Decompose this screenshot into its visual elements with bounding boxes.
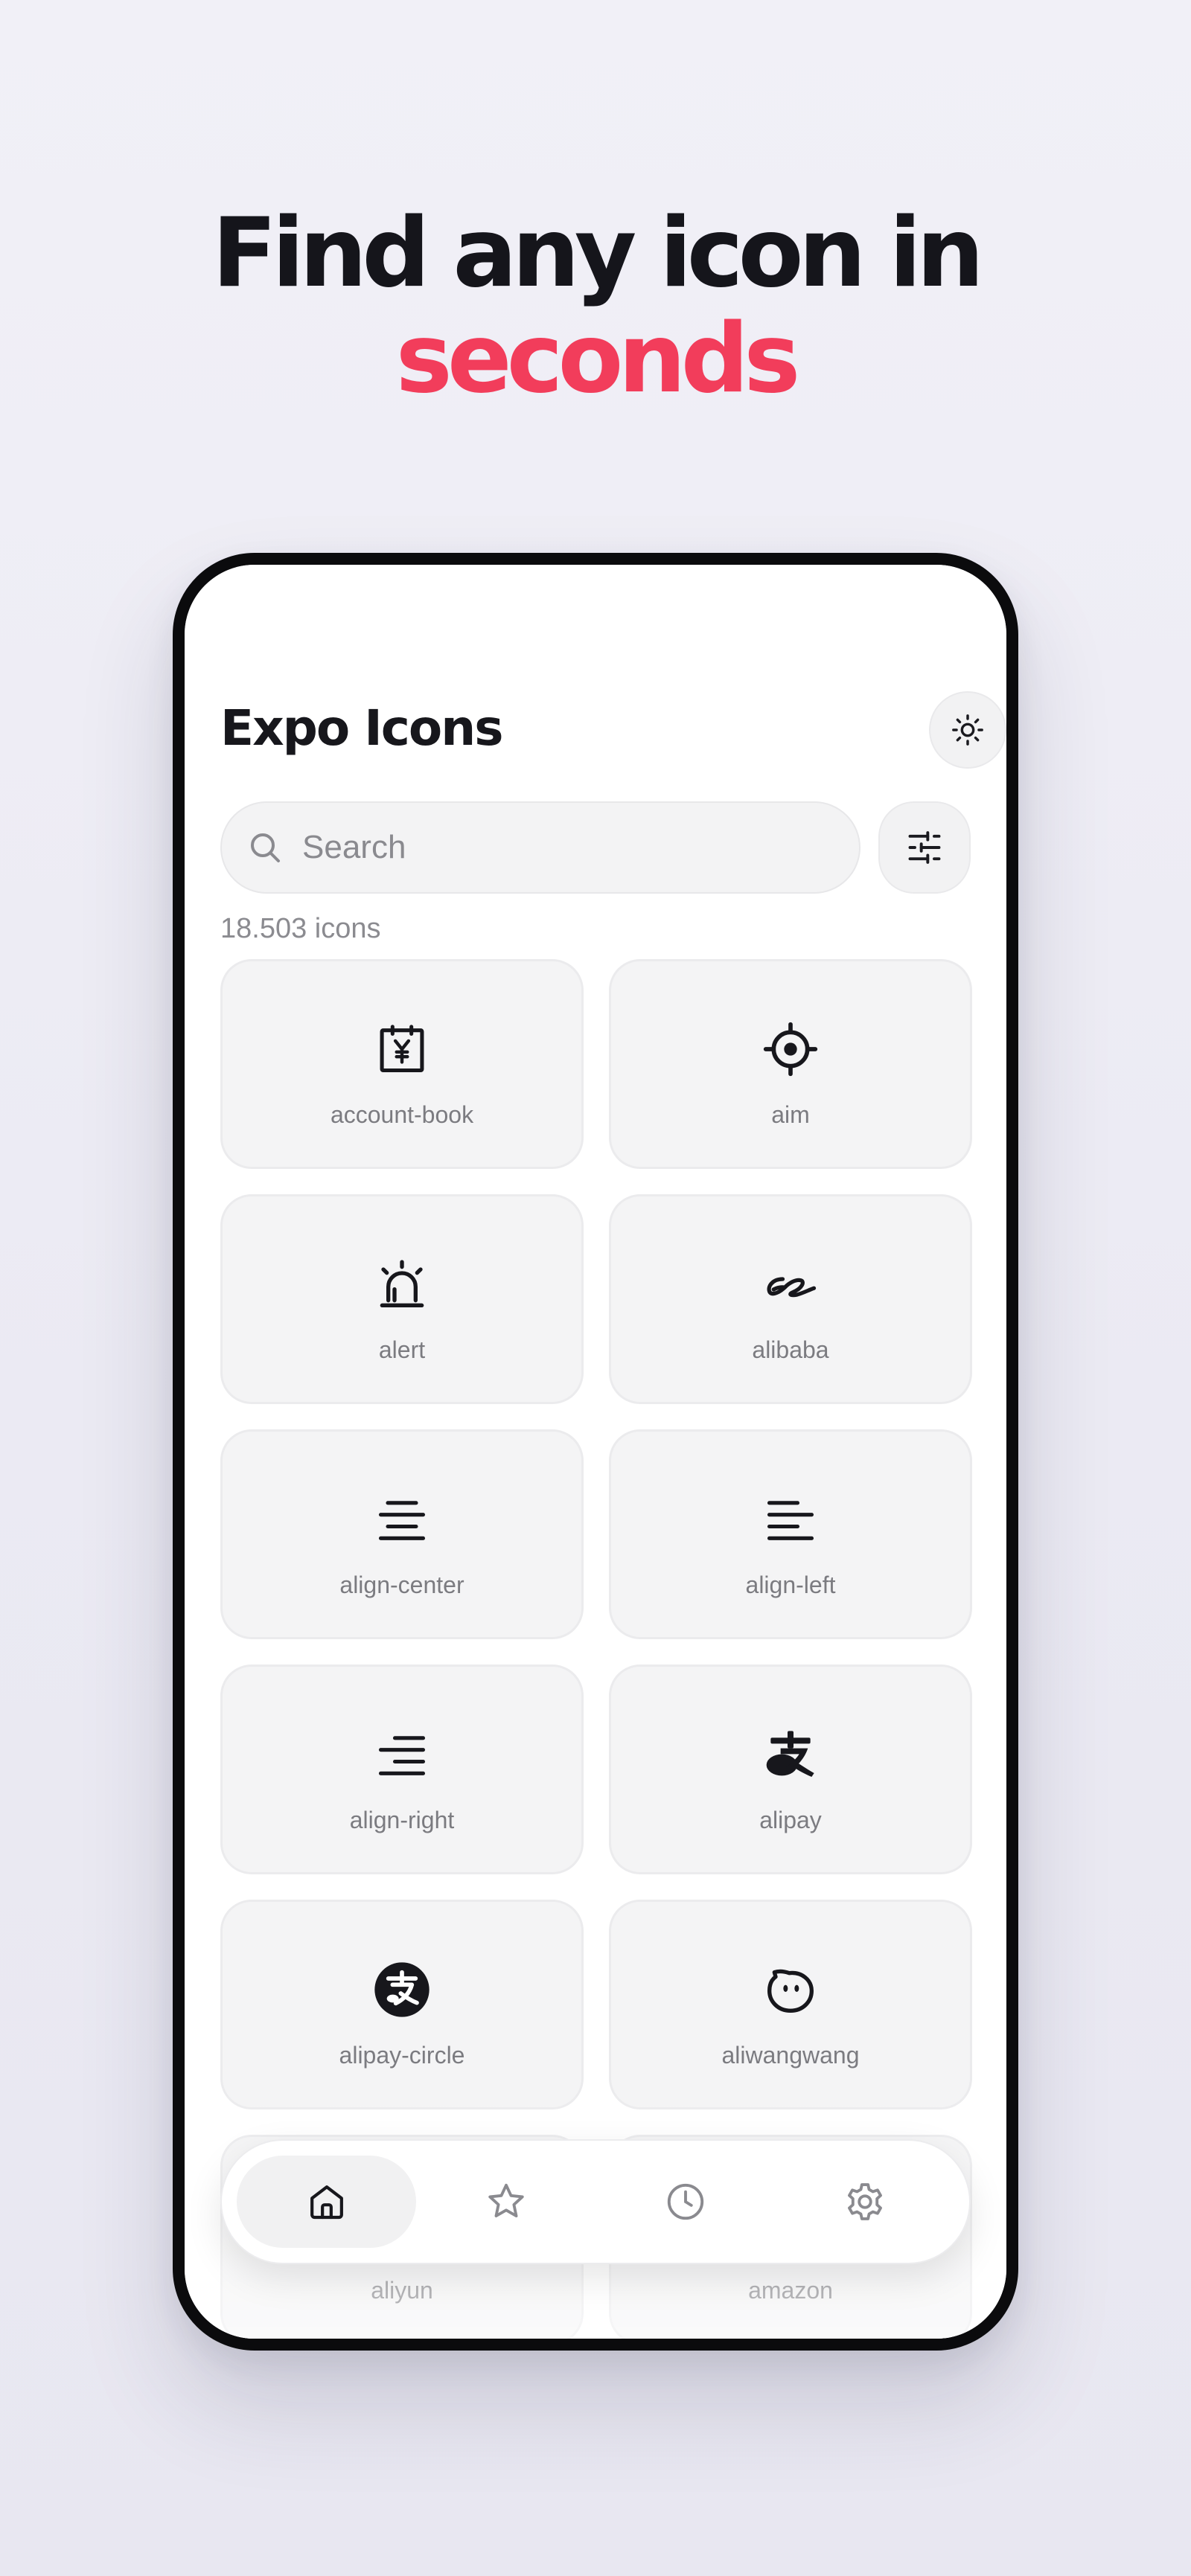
icon-card-label: aliwangwang — [721, 2042, 860, 2069]
icon-grid: account-book aim alert alibaba align-cen… — [220, 959, 972, 2339]
icon-card-alipay[interactable]: alipay — [609, 1665, 972, 1874]
alipay-circle-icon — [374, 1962, 430, 2017]
align-left-icon — [767, 1501, 814, 1540]
headline-line-2: seconds — [395, 304, 801, 414]
icon-card-alert[interactable]: alert — [220, 1194, 584, 1404]
tab-favorites[interactable] — [416, 2156, 596, 2248]
icon-card-alipay-circle[interactable]: alipay-circle — [220, 1900, 584, 2109]
icon-card-label: alipay — [759, 1807, 822, 1833]
icon-card-label: align-center — [339, 1571, 464, 1598]
search-icon — [251, 833, 280, 862]
tab-settings[interactable] — [775, 2156, 954, 2248]
account-book-icon — [380, 1025, 424, 1073]
icon-card-aim[interactable]: aim — [609, 959, 972, 1169]
icon-card-label: align-right — [349, 1807, 455, 1833]
search-bar[interactable] — [220, 801, 860, 894]
alibaba-icon — [767, 1277, 817, 1298]
search-input[interactable] — [301, 817, 810, 878]
icon-card-label: account-book — [330, 1101, 474, 1128]
sun-icon — [952, 714, 983, 746]
app-title: Expo Icons — [220, 699, 504, 757]
filter-button[interactable] — [878, 801, 971, 894]
icon-card-label: align-left — [745, 1571, 836, 1598]
icon-card-label: alibaba — [752, 1336, 829, 1363]
aim-icon — [763, 1022, 818, 1077]
tab-history[interactable] — [596, 2156, 775, 2248]
tab-home[interactable] — [237, 2156, 416, 2248]
headline-line-1: Find any icon in — [211, 198, 985, 309]
sliders-icon — [908, 831, 941, 864]
icon-card-label: aim — [771, 1101, 810, 1128]
icon-card-label: aliyun — [371, 2277, 433, 2304]
icon-card-label: amazon — [748, 2277, 833, 2304]
icon-count: 18.503 icons — [220, 913, 381, 944]
app-screen: Expo Icons Search 18.503 icons account-b… — [185, 565, 1006, 2339]
phone-frame: Expo Icons Search 18.503 icons account-b… — [173, 553, 1018, 2351]
align-right-icon — [378, 1736, 426, 1775]
icon-card-align-right[interactable]: align-right — [220, 1665, 584, 1874]
alipay-icon — [766, 1731, 814, 1777]
icon-card-label: alipay-circle — [339, 2042, 465, 2069]
aliwangwang-icon — [767, 1969, 814, 2013]
icon-card-aliwangwang[interactable]: aliwangwang — [609, 1900, 972, 2109]
gear-icon — [847, 2183, 882, 2220]
icon-card-align-left[interactable]: align-left — [609, 1429, 972, 1639]
tab-bar — [220, 2139, 971, 2264]
icon-card-alibaba[interactable]: alibaba — [609, 1194, 972, 1404]
theme-toggle-button[interactable] — [929, 691, 1006, 769]
star-icon — [488, 2183, 524, 2218]
icon-card-label: alert — [378, 1336, 426, 1363]
icon-card-account-book[interactable]: account-book — [220, 959, 584, 1169]
icon-card-align-center[interactable]: align-center — [220, 1429, 584, 1639]
home-icon — [310, 2185, 343, 2220]
headline: Find any icon in seconds — [0, 201, 1191, 412]
clock-icon — [667, 2183, 703, 2220]
align-center-icon — [378, 1501, 426, 1540]
alert-icon — [380, 1260, 424, 1307]
